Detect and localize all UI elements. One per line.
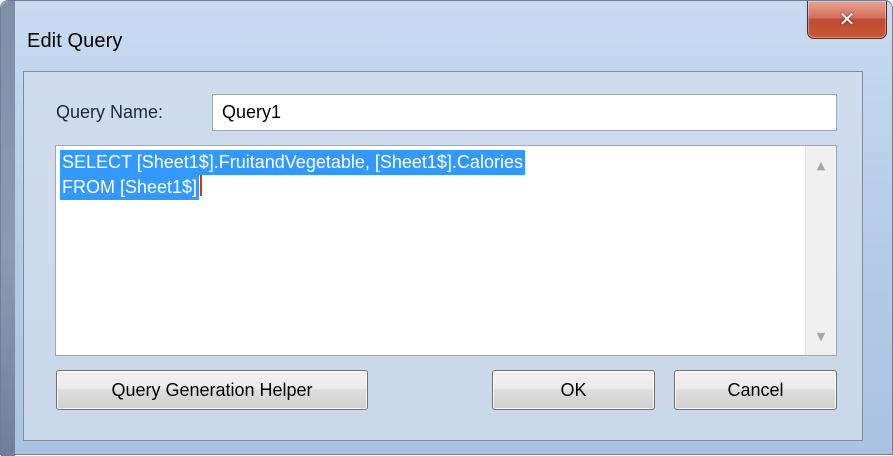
ok-button[interactable]: OK — [492, 370, 655, 410]
close-icon: ✕ — [838, 6, 856, 31]
cancel-button[interactable]: Cancel — [674, 370, 837, 410]
dialog-title: Edit Query — [27, 30, 123, 52]
query-generation-helper-button[interactable]: Query Generation Helper — [56, 370, 368, 410]
scroll-up-arrow-icon[interactable]: ▲ — [806, 150, 836, 180]
text-caret — [200, 175, 203, 196]
sql-textarea[interactable]: SELECT [Sheet1$].FruitandVegetable, [She… — [55, 145, 837, 356]
sql-text: SELECT [Sheet1$].FruitandVegetable, [She… — [60, 150, 525, 200]
query-name-label: Query Name: — [56, 102, 164, 122]
query-name-input[interactable] — [212, 94, 837, 131]
scroll-down-arrow-icon[interactable]: ▼ — [806, 321, 836, 351]
close-button[interactable]: ✕ — [807, 1, 887, 39]
sql-line: FROM [Sheet1$] — [60, 175, 200, 200]
vertical-scrollbar[interactable]: ▲ ▼ — [805, 146, 836, 355]
dialog-window: Edit Query ✕ Query Name: SELECT [Sheet1$… — [0, 0, 893, 456]
window-left-edge — [1, 1, 15, 456]
sql-line: SELECT [Sheet1$].FruitandVegetable, [She… — [60, 150, 525, 175]
